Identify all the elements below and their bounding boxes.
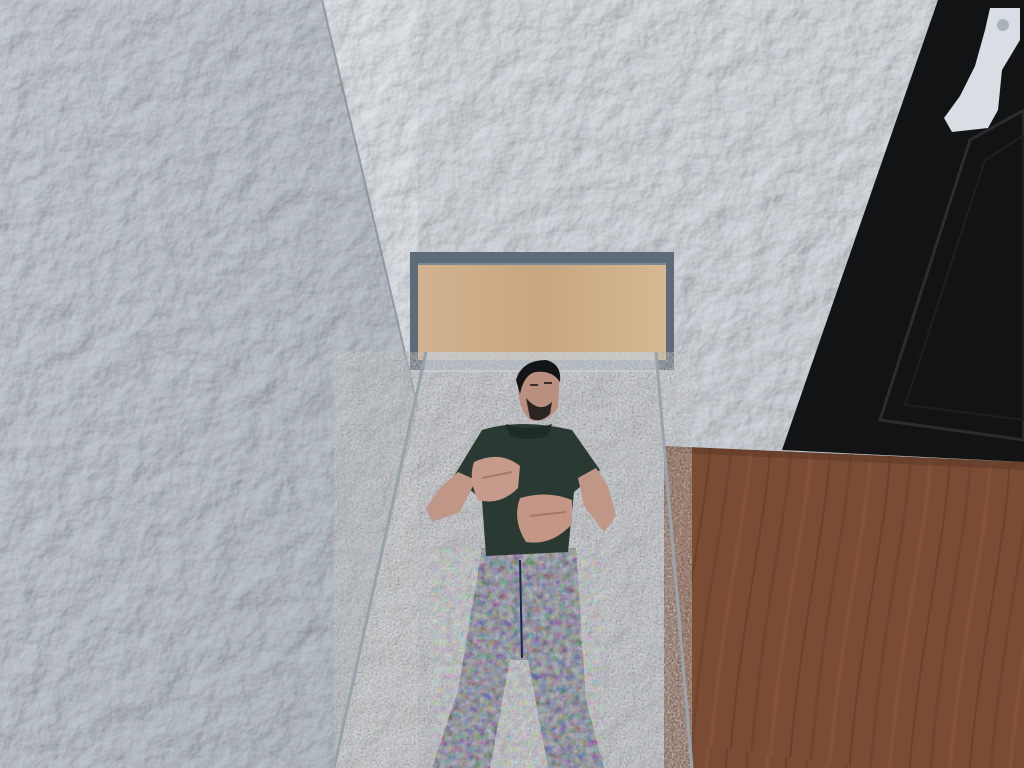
scene-canvas bbox=[0, 0, 1024, 768]
wood-floor bbox=[664, 446, 1024, 768]
game-viewport[interactable] bbox=[0, 0, 1024, 768]
